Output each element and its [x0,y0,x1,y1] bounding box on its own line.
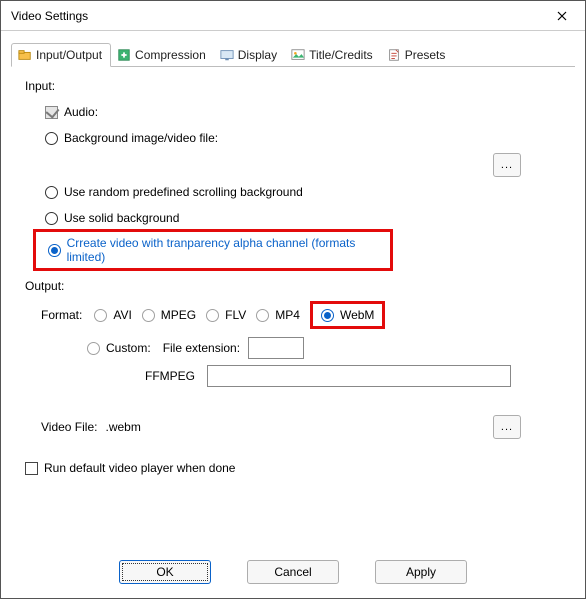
radio-icon [321,309,334,322]
tab-label: Presets [405,48,446,62]
window-title: Video Settings [11,9,88,23]
apply-label: Apply [406,565,436,579]
solid-bg-label: Use solid background [64,211,179,225]
cancel-label: Cancel [274,565,311,579]
folder-icon [18,48,32,62]
tab-title-credits[interactable]: Title/Credits [285,44,381,66]
dialog-buttons: OK Cancel Apply [1,560,585,584]
tab-bar: Input/Output Compression Display Title/C… [11,43,575,67]
radio-icon [48,244,61,257]
ok-label: OK [156,565,173,579]
alpha-highlight-box: Crreate video with tranparency alpha cha… [33,229,393,271]
format-webm-label: WebM [340,308,374,322]
radio-icon [142,309,155,322]
apply-button[interactable]: Apply [375,560,467,584]
tab-display[interactable]: Display [214,44,285,66]
solid-bg-radio-row[interactable]: Use solid background [45,207,561,229]
radio-icon [206,309,219,322]
file-extension-input[interactable] [248,337,304,359]
radio-icon [45,212,58,225]
bg-file-radio-row[interactable]: Background image/video file: [45,127,561,149]
presets-icon [387,48,401,62]
format-row: Format: AVI MPEG FLV MP4 WebM [41,301,561,329]
close-button[interactable] [539,1,585,31]
compress-icon [117,48,131,62]
output-section-label: Output: [25,279,561,293]
cancel-button[interactable]: Cancel [247,560,339,584]
ffmpeg-label: FFMPEG [145,369,195,383]
tab-label: Compression [135,48,206,62]
browse-bg-button[interactable]: ... [493,153,521,177]
file-extension-label: File extension: [163,341,240,355]
video-file-value: .webm [105,420,140,434]
ffmpeg-input[interactable] [207,365,511,387]
ellipsis-icon: ... [501,159,513,171]
format-mp4-label: MP4 [275,308,300,322]
tab-compression[interactable]: Compression [111,44,214,66]
custom-row: Custom: File extension: [87,337,561,359]
bg-file-label: Background image/video file: [64,131,218,145]
video-file-label: Video File: [41,420,97,434]
format-avi[interactable]: AVI [94,308,131,322]
format-webm[interactable]: WebM [321,308,374,322]
ok-button[interactable]: OK [119,560,211,584]
tab-input-output[interactable]: Input/Output [11,43,111,67]
format-mpeg-label: MPEG [161,308,196,322]
format-flv-label: FLV [225,308,246,322]
alpha-label: Crreate video with tranparency alpha cha… [67,236,384,264]
format-custom-label: Custom: [106,341,151,355]
format-custom[interactable]: Custom: [87,341,151,355]
audio-checkbox-row[interactable]: Audio: [45,101,561,123]
tab-label: Input/Output [36,48,102,62]
tab-label: Title/Credits [309,48,373,62]
video-file-row: Video File: .webm ... [41,415,561,439]
checkbox-icon [25,462,38,475]
radio-icon [45,186,58,199]
tab-content: Input: Audio: Background image/video fil… [1,67,585,491]
image-icon [291,48,305,62]
radio-icon [256,309,269,322]
run-player-row[interactable]: Run default video player when done [25,457,561,479]
format-mp4[interactable]: MP4 [256,308,300,322]
checkbox-icon [45,106,58,119]
format-flv[interactable]: FLV [206,308,246,322]
format-avi-label: AVI [113,308,131,322]
alpha-radio-row[interactable]: Crreate video with tranparency alpha cha… [48,236,384,264]
tab-label: Display [238,48,277,62]
random-bg-label: Use random predefined scrolling backgrou… [64,185,303,199]
bg-file-browse-row: ... [25,153,561,177]
display-icon [220,48,234,62]
browse-video-file-button[interactable]: ... [493,415,521,439]
radio-icon [87,342,100,355]
tab-presets[interactable]: Presets [381,44,454,66]
random-bg-radio-row[interactable]: Use random predefined scrolling backgrou… [45,181,561,203]
close-icon [557,11,567,21]
ellipsis-icon: ... [501,421,513,433]
audio-label: Audio: [64,105,98,119]
ffmpeg-row: FFMPEG [145,365,561,387]
titlebar: Video Settings [1,1,585,31]
input-section-label: Input: [25,79,561,93]
webm-highlight-box: WebM [310,301,385,329]
radio-icon [45,132,58,145]
run-player-label: Run default video player when done [44,461,235,475]
format-mpeg[interactable]: MPEG [142,308,196,322]
format-label: Format: [41,308,82,322]
radio-icon [94,309,107,322]
